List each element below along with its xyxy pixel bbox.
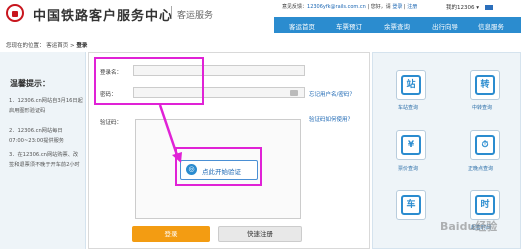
transfer-query-tile[interactable]: 转: [470, 70, 500, 100]
station-query-tile[interactable]: 站: [396, 70, 426, 100]
transfer-query-label[interactable]: 中转查询: [472, 104, 492, 111]
fare-query-label[interactable]: 票价查询: [398, 165, 418, 172]
station-query-label[interactable]: 车站查询: [398, 104, 418, 111]
delay-query-label[interactable]: 正晚点查询: [468, 165, 493, 172]
sale-time-tile[interactable]: 时: [470, 190, 500, 220]
delay-query-tile[interactable]: ⏱: [470, 130, 500, 160]
baidu-watermark: Baidu经验: [440, 220, 498, 233]
train-query-tile[interactable]: 车: [396, 190, 426, 220]
sale-time-icon: 时: [475, 195, 495, 215]
fare-query-tile[interactable]: ¥: [396, 130, 426, 160]
delay-clock-icon: ⏱: [475, 135, 495, 155]
station-icon: 站: [401, 75, 421, 95]
transfer-icon: 转: [475, 75, 495, 95]
fare-icon: ¥: [401, 135, 421, 155]
train-icon: 车: [401, 195, 421, 215]
